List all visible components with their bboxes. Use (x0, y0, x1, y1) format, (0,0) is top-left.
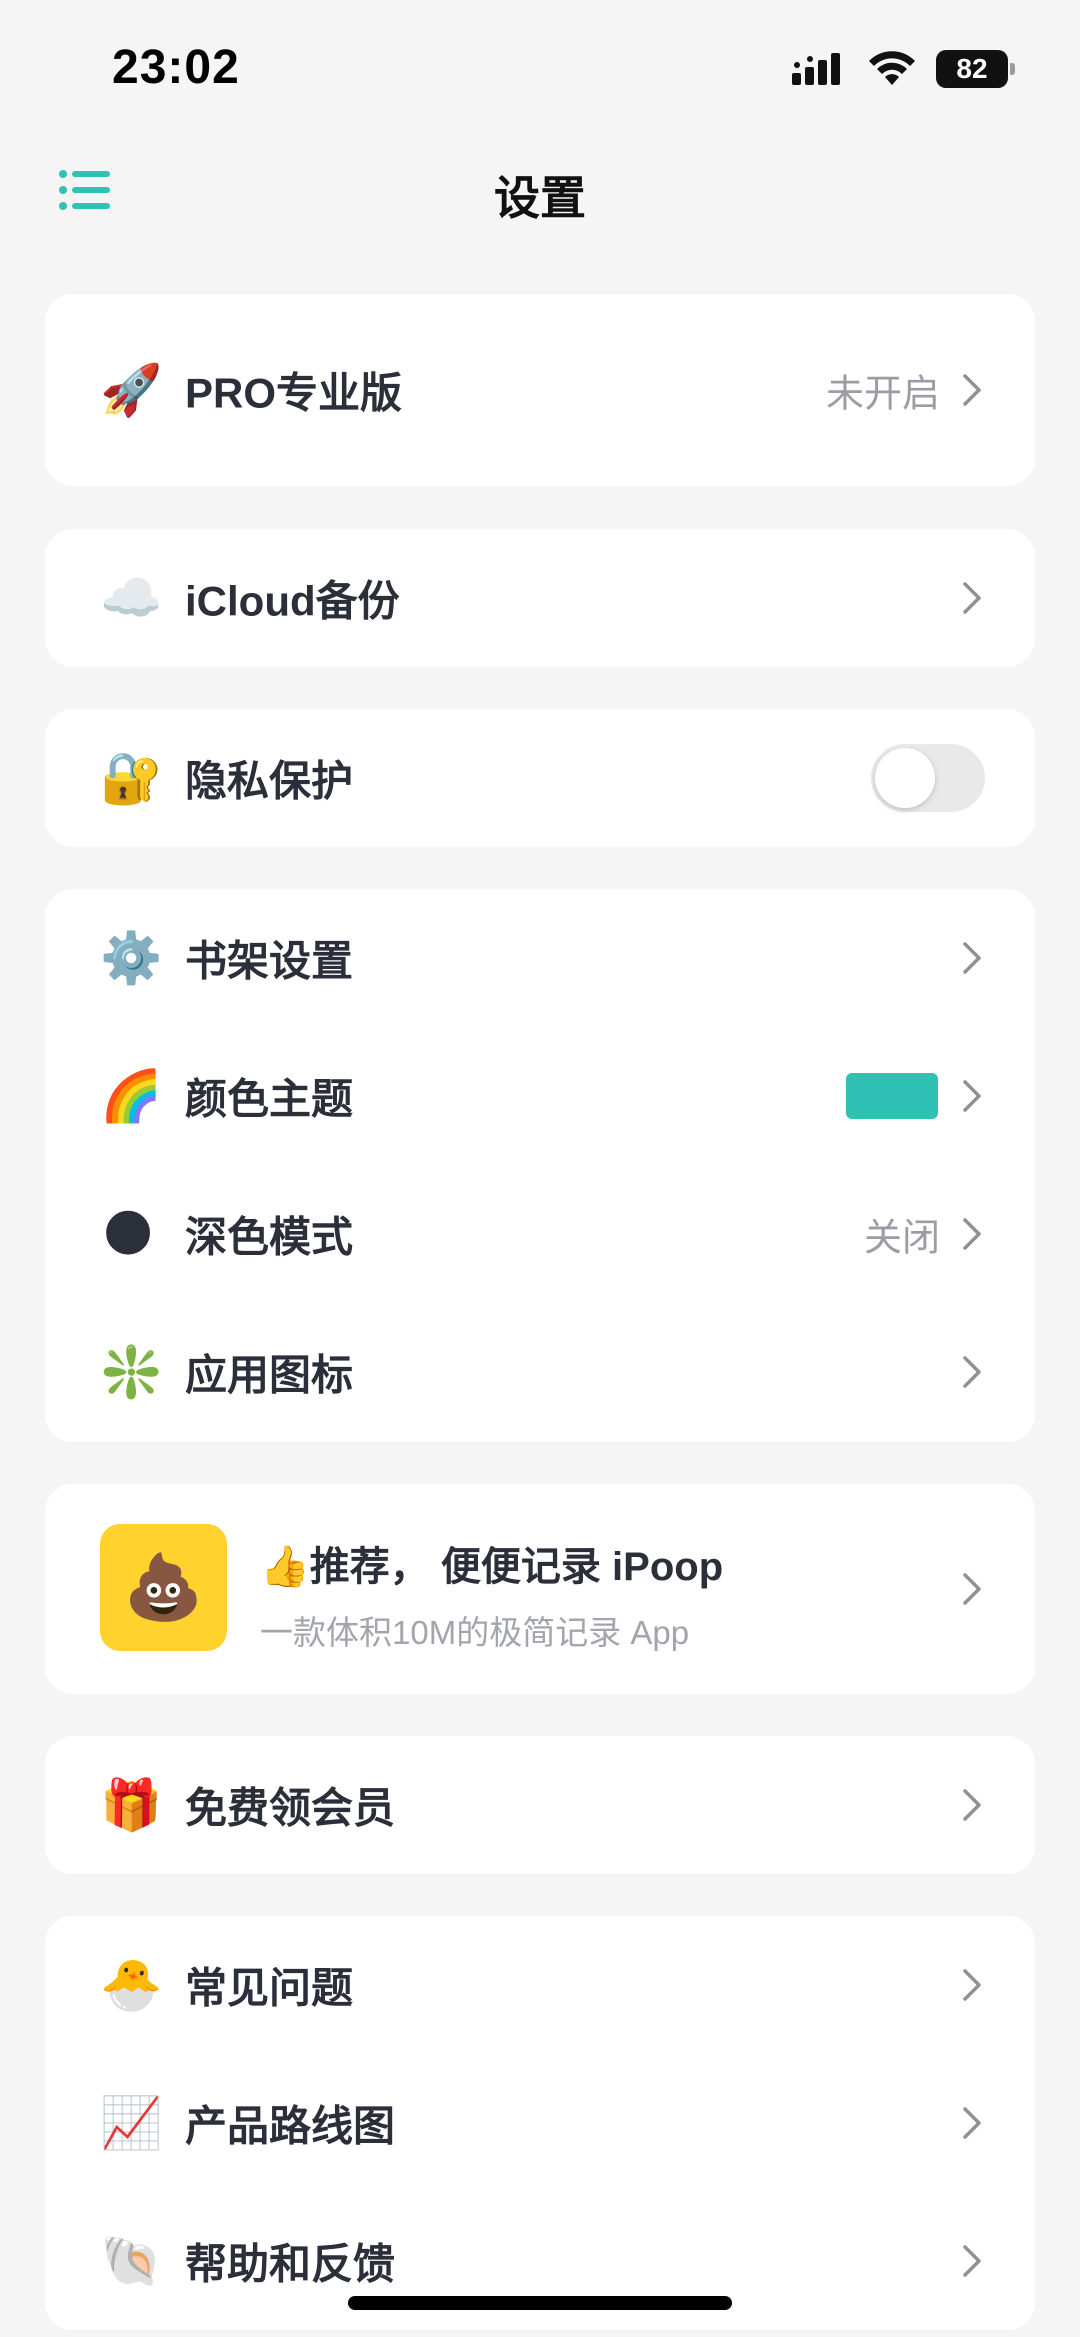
rainbow-icon: 🌈 (100, 1067, 163, 1125)
color-theme-swatch (846, 1073, 938, 1119)
privacy-label: 隐私保护 (185, 757, 354, 805)
pro-card: 🚀 PRO专业版 未开启 (45, 294, 1035, 486)
pro-label: PRO专业版 (185, 369, 403, 417)
dark-mode-label: 深色模式 (185, 1213, 354, 1261)
faq-label: 常见问题 (185, 1964, 354, 2012)
chevron-right-icon (963, 1789, 981, 1821)
home-indicator (348, 2296, 732, 2310)
roadmap-label: 产品路线图 (185, 2102, 396, 2150)
chevron-right-icon (963, 2107, 981, 2139)
status-icons: 82 (792, 50, 1015, 88)
recommend-subtitle: 一款体积10M的极简记录 App (260, 1614, 690, 1651)
chevron-right-icon (963, 582, 981, 614)
chevron-right-icon (963, 2245, 981, 2277)
battery-level: 82 (956, 53, 988, 84)
general-settings-card: ⚙️ 书架设置 🌈 颜色主题 🌑 深色模式 关闭 ❇️ 应用图标 (45, 889, 1035, 1442)
page-title: 设置 (494, 172, 586, 224)
gear-icon: ⚙️ (100, 929, 163, 987)
privacy-toggle[interactable] (871, 744, 985, 812)
lock-with-key-icon: 🔐 (100, 749, 163, 807)
color-theme-label: 颜色主题 (185, 1075, 354, 1123)
cloud-icon: ☁️ (100, 569, 163, 627)
ipoop-app-tile: 💩 (100, 1524, 227, 1651)
chevron-right-icon (963, 1969, 981, 2001)
color-theme-row[interactable]: 🌈 颜色主题 (45, 1027, 1035, 1165)
app-icon-row[interactable]: ❇️ 应用图标 (45, 1303, 1035, 1441)
free-member-card: 🎁 免费领会员 (45, 1736, 1035, 1874)
toggle-knob (875, 748, 935, 808)
faq-row[interactable]: 🐣 常见问题 (45, 1916, 1035, 2054)
free-member-row[interactable]: 🎁 免费领会员 (45, 1736, 1035, 1874)
feedback-label: 帮助和反馈 (185, 2240, 396, 2288)
rocket-icon: 🚀 (100, 361, 163, 419)
gift-icon: 🎁 (100, 1776, 163, 1834)
chevron-right-icon (963, 1080, 981, 1112)
shelf-settings-row[interactable]: ⚙️ 书架设置 (45, 889, 1035, 1027)
poop-icon: 💩 (123, 1551, 204, 1623)
battery-icon: 82 (936, 50, 1015, 88)
icloud-row[interactable]: ☁️ iCloud备份 (45, 529, 1035, 667)
app-icon-label: 应用图标 (185, 1351, 354, 1399)
chevron-right-icon (963, 942, 981, 974)
free-member-label: 免费领会员 (185, 1784, 396, 1832)
icloud-card: ☁️ iCloud备份 (45, 529, 1035, 667)
sparkle-icon: ❇️ (100, 1343, 163, 1401)
chart-increasing-icon: 📈 (100, 2094, 163, 2152)
status-time: 23:02 (112, 41, 240, 94)
dark-mode-status: 关闭 (863, 1217, 940, 1260)
dark-mode-row[interactable]: 🌑 深色模式 关闭 (45, 1165, 1035, 1303)
chevron-right-icon (963, 374, 981, 406)
wifi-icon (869, 51, 915, 85)
spiral-shell-icon: 🐚 (100, 2232, 163, 2290)
settings-screen: 23:02 82 设置 🚀 PRO专业版 未开启 ☁️ iCloud备份 🔐 隐… (0, 0, 1080, 2337)
support-card: 🐣 常见问题 📈 产品路线图 🐚 帮助和反馈 (45, 1916, 1035, 2330)
cellular-signal-icon (792, 53, 840, 85)
nav-bar: 设置 (0, 140, 1080, 240)
recommend-title: 👍推荐， 便便记录 iPoop (260, 1545, 724, 1589)
privacy-row: 🔐 隐私保护 (45, 709, 1035, 847)
privacy-card: 🔐 隐私保护 (45, 709, 1035, 847)
status-bar: 23:02 82 (0, 0, 1080, 140)
recommend-card[interactable]: 💩 👍推荐， 便便记录 iPoop 一款体积10M的极简记录 App (45, 1484, 1035, 1694)
roadmap-row[interactable]: 📈 产品路线图 (45, 2054, 1035, 2192)
pro-status: 未开启 (825, 373, 940, 416)
shelf-settings-label: 书架设置 (185, 937, 354, 985)
chevron-right-icon (963, 1573, 981, 1605)
chevron-right-icon (963, 1218, 981, 1250)
icloud-label: iCloud备份 (185, 577, 400, 625)
new-moon-icon: 🌑 (101, 1205, 155, 1263)
hatching-chick-icon: 🐣 (100, 1956, 163, 2014)
chevron-right-icon (963, 1356, 981, 1388)
pro-row[interactable]: 🚀 PRO专业版 未开启 (45, 294, 1035, 486)
